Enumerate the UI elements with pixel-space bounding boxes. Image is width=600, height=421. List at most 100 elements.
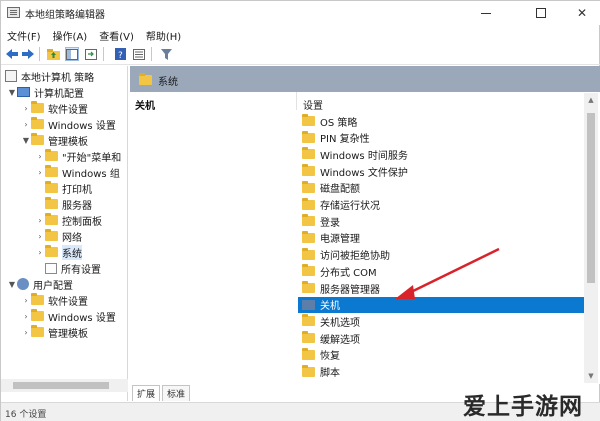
forward-button[interactable] — [21, 47, 35, 61]
show-hide-tree-button[interactable] — [65, 47, 79, 61]
status-count: 16 个设置 — [5, 410, 47, 420]
details-pane: 系统 关机 设置 OS 策略 PIN 复杂性 Windows 时间服务 Windows… — [130, 66, 600, 384]
chevron-down-icon[interactable]: ▼ — [7, 280, 17, 289]
settings-list-item-label: 关机选项 — [320, 317, 360, 329]
settings-list-item-label: 分布式 COM — [320, 267, 377, 279]
folder-icon — [45, 165, 58, 177]
folder-icon — [302, 264, 315, 277]
menu-help[interactable]: 帮助(H) — [140, 25, 187, 43]
tab-extended[interactable]: 扩展 — [132, 385, 161, 401]
selected-item-title: 关机 — [135, 101, 155, 112]
settings-list-item-label: 访问被拒绝协助 — [320, 251, 390, 263]
filter-button[interactable] — [159, 47, 173, 61]
view-list-icon — [133, 48, 145, 60]
settings-list-item[interactable]: OS 策略 — [298, 113, 584, 129]
settings-list-item[interactable]: 缓解选项 — [298, 330, 584, 346]
tree-item-root[interactable]: 本地计算机 策略 — [5, 68, 94, 84]
tree-item-system[interactable]: › 系统 — [35, 244, 82, 260]
folder-icon — [302, 347, 315, 360]
scrollbar-thumb[interactable] — [587, 113, 595, 283]
menu-action[interactable]: 操作(A) — [47, 25, 94, 43]
chevron-down-icon[interactable]: ▼ — [7, 88, 17, 97]
settings-list-item[interactable]: 恢复 — [298, 347, 584, 363]
chevron-right-icon[interactable]: › — [21, 104, 31, 113]
details-vertical-scrollbar[interactable]: ▲ ▼ — [584, 93, 598, 383]
settings-list-item-label: 脚本 — [320, 368, 340, 379]
maximize-button[interactable] — [518, 1, 564, 25]
tree-horizontal-scrollbar[interactable] — [1, 379, 128, 392]
tree-item-user-windows[interactable]: › Windows 设置 — [21, 308, 116, 324]
tree-item-computer-config[interactable]: ▼ 计算机配置 — [7, 84, 84, 100]
close-button[interactable]: ✕ — [559, 1, 600, 25]
column-header-settings[interactable]: 设置 — [303, 97, 323, 112]
tree-item-start-menu[interactable]: › "开始"菜单和 — [35, 148, 121, 164]
help-button[interactable]: ? — [113, 47, 127, 61]
back-button[interactable] — [5, 47, 19, 61]
settings-list-item-label: 恢复 — [320, 351, 340, 363]
column-divider — [296, 92, 297, 110]
chevron-down-icon[interactable]: ▼ — [21, 136, 31, 145]
properties-button[interactable] — [84, 47, 98, 61]
chevron-right-icon[interactable]: › — [21, 120, 31, 129]
folder-icon — [302, 247, 315, 260]
console-tree-icon — [66, 48, 78, 60]
chevron-right-icon[interactable]: › — [21, 296, 31, 305]
folder-icon — [302, 130, 315, 143]
settings-list-item[interactable]: 存储运行状况 — [298, 197, 584, 213]
tab-standard[interactable]: 标准 — [162, 385, 191, 401]
folder-icon — [139, 73, 152, 85]
settings-list-item-label: 存储运行状况 — [320, 201, 380, 212]
folder-icon — [45, 197, 58, 209]
folder-icon — [302, 180, 315, 193]
folder-icon — [45, 229, 58, 241]
view-button[interactable] — [132, 47, 146, 61]
chevron-right-icon[interactable]: › — [35, 216, 45, 225]
tree-item-windows-settings[interactable]: › Windows 设置 — [21, 116, 116, 132]
settings-list-item-label: 登录 — [320, 217, 340, 229]
scroll-up-icon[interactable]: ▲ — [584, 93, 598, 107]
folder-icon — [302, 281, 315, 293]
tree-item-control-panel[interactable]: › 控制面板 — [35, 212, 102, 228]
settings-list-item[interactable]: Windows 时间服务 — [298, 146, 584, 162]
properties-icon — [85, 48, 97, 60]
minimize-button[interactable] — [463, 1, 509, 25]
scroll-down-icon[interactable]: ▼ — [584, 369, 598, 383]
chevron-right-icon[interactable]: › — [35, 248, 45, 257]
folder-icon — [45, 213, 58, 225]
tree-item-all-settings[interactable]: 所有设置 — [45, 260, 101, 276]
menu-view[interactable]: 查看(V) — [93, 25, 140, 43]
scrollbar-thumb[interactable] — [13, 382, 109, 389]
details-header: 系统 — [130, 66, 600, 92]
settings-list-item-label: 缓解选项 — [320, 334, 360, 346]
chevron-right-icon[interactable]: › — [21, 312, 31, 321]
settings-list-item[interactable]: 磁盘配额 — [298, 180, 584, 196]
settings-list-item[interactable]: PIN 复杂性 — [298, 130, 584, 146]
chevron-right-icon[interactable]: › — [35, 168, 45, 177]
tree-item-admin-templates[interactable]: ▼ 管理模板 — [21, 132, 88, 148]
chevron-right-icon[interactable]: › — [35, 232, 45, 241]
maximize-icon — [536, 8, 546, 18]
menu-file[interactable]: 文件(F) — [1, 25, 47, 43]
folder-icon — [302, 147, 315, 160]
settings-list-item[interactable]: 登录 — [298, 213, 584, 229]
tree-item-user-admin[interactable]: › 管理模板 — [21, 324, 88, 340]
tree-item-network[interactable]: › 网络 — [35, 228, 82, 244]
tree-item-user-config[interactable]: ▼ 用户配置 — [7, 276, 73, 292]
chevron-right-icon[interactable]: › — [21, 328, 31, 337]
settings-list-item[interactable]: Windows 文件保护 — [298, 163, 584, 179]
settings-list-item[interactable]: 脚本 — [298, 364, 584, 380]
settings-list-item-label: 服务器管理器 — [320, 284, 380, 296]
settings-list-item-label: OS 策略 — [320, 117, 358, 129]
up-folder-button[interactable] — [46, 47, 60, 61]
chevron-right-icon[interactable]: › — [35, 152, 45, 161]
help-icon: ? — [114, 48, 126, 60]
tree-item-user-software[interactable]: › 软件设置 — [21, 292, 88, 308]
tree-item-software-settings[interactable]: › 软件设置 — [21, 100, 88, 116]
settings-list-item-label: 关机 — [320, 301, 340, 313]
settings-list-item-label: 电源管理 — [320, 234, 360, 246]
tree-item-windows-components[interactable]: › Windows 组 — [35, 164, 120, 180]
tree-item-printers[interactable]: 打印机 — [45, 180, 92, 196]
settings-list-item[interactable]: 关机选项 — [298, 313, 584, 329]
toolbar-separator — [39, 47, 40, 61]
tree-item-server[interactable]: 服务器 — [45, 196, 92, 212]
